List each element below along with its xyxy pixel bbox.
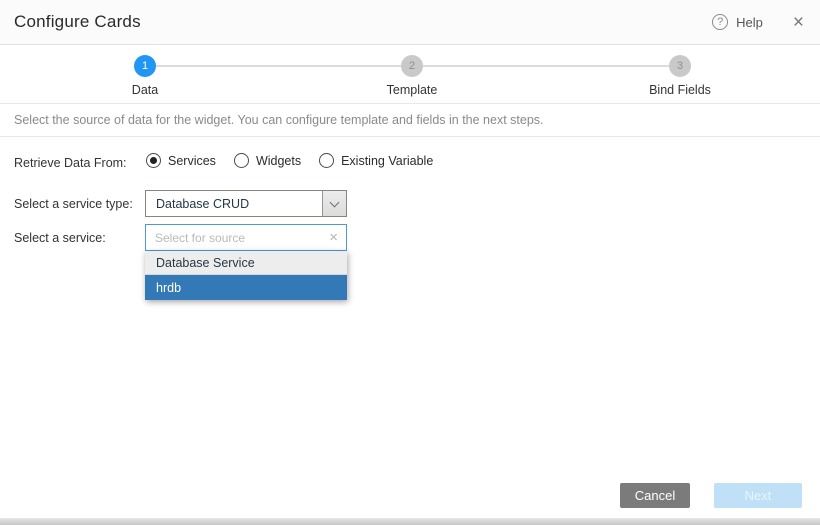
chevron-down-icon <box>330 197 340 207</box>
next-button[interactable]: Next <box>714 483 802 508</box>
help-link[interactable]: Help <box>736 15 763 30</box>
step-3-label: Bind Fields <box>620 83 740 97</box>
close-icon[interactable]: × <box>793 13 804 32</box>
stepper-step-data[interactable]: 1 Data <box>85 55 205 97</box>
radio-option-services[interactable]: Services <box>146 153 216 168</box>
service-type-label: Select a service type: <box>14 197 133 211</box>
step-3-circle: 3 <box>669 55 691 77</box>
radio-option-existing-variable[interactable]: Existing Variable <box>319 153 433 168</box>
radio-option-widgets[interactable]: Widgets <box>234 153 301 168</box>
data-source-radio-group: Services Widgets Existing Variable <box>146 153 433 168</box>
step-1-label: Data <box>85 83 205 97</box>
description-band: Select the source of data for the widget… <box>0 103 820 137</box>
radio-label-existing-variable: Existing Variable <box>341 154 433 168</box>
dropdown-group-header: Database Service <box>145 251 347 275</box>
radio-unselected-icon[interactable] <box>234 153 249 168</box>
service-search-box: × <box>145 224 347 251</box>
wizard-stepper: 1 Data 2 Template 3 Bind Fields <box>0 45 820 103</box>
select-arrow-button[interactable] <box>322 191 346 216</box>
service-search-input[interactable] <box>146 225 321 250</box>
radio-label-widgets: Widgets <box>256 154 301 168</box>
service-type-selected-value: Database CRUD <box>146 197 322 211</box>
clear-icon[interactable]: × <box>321 230 346 245</box>
configure-cards-dialog: Configure Cards ? Help × 1 Data 2 Templa… <box>0 0 820 525</box>
radio-label-services: Services <box>168 154 216 168</box>
cancel-button[interactable]: Cancel <box>620 483 690 508</box>
page-title: Configure Cards <box>14 12 141 32</box>
service-label: Select a service: <box>14 231 106 245</box>
stepper-step-template[interactable]: 2 Template <box>352 55 472 97</box>
dialog-header: Configure Cards ? Help × <box>0 0 820 45</box>
service-type-select[interactable]: Database CRUD <box>145 190 347 217</box>
radio-selected-icon[interactable] <box>146 153 161 168</box>
service-dropdown-panel: Database Service hrdb <box>145 251 347 300</box>
description-text: Select the source of data for the widget… <box>14 113 544 127</box>
dialog-bottom-edge <box>0 518 820 525</box>
step-2-label: Template <box>352 83 472 97</box>
radio-unselected-icon[interactable] <box>319 153 334 168</box>
help-icon[interactable]: ? <box>712 14 728 30</box>
retrieve-data-from-label: Retrieve Data From: <box>14 156 127 170</box>
step-2-circle: 2 <box>401 55 423 77</box>
dropdown-option-hrdb[interactable]: hrdb <box>145 275 347 300</box>
stepper-step-bind-fields[interactable]: 3 Bind Fields <box>620 55 740 97</box>
step-1-circle: 1 <box>134 55 156 77</box>
